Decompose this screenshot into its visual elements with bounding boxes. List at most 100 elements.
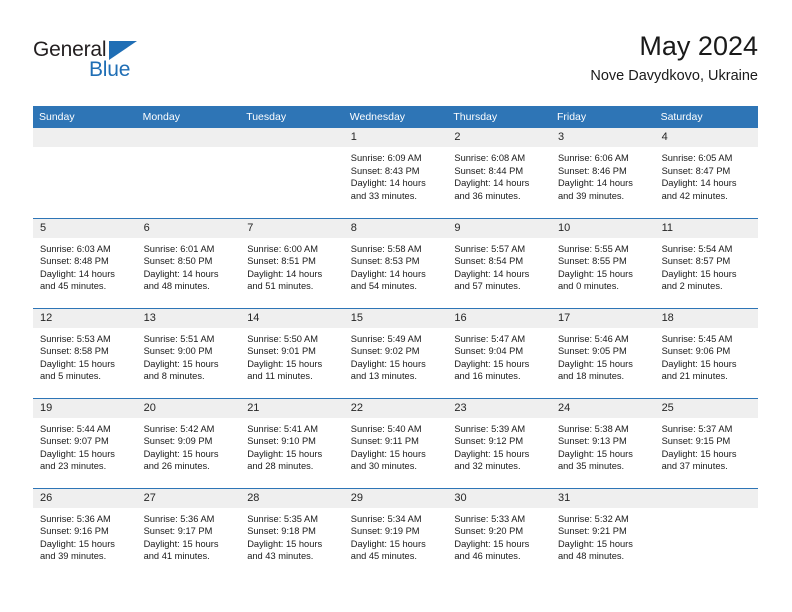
- weekday-header-tuesday: Tuesday: [240, 106, 344, 128]
- day-cell[interactable]: 25 Sunrise: 5:37 AM Sunset: 9:15 PM Dayl…: [654, 397, 758, 488]
- day-cell[interactable]: 22 Sunrise: 5:40 AM Sunset: 9:11 PM Dayl…: [343, 397, 448, 488]
- sunset-text: Sunset: 9:13 PM: [557, 436, 627, 447]
- sunrise-text: Sunrise: 6:03 AM: [40, 243, 111, 254]
- day-number: 12: [33, 308, 137, 328]
- day-number: 14: [240, 308, 344, 328]
- sunrise-text: Sunrise: 5:36 AM: [143, 513, 215, 524]
- weekday-header-wednesday: Wednesday: [343, 106, 448, 128]
- day-number: 23: [447, 398, 551, 418]
- day-cell[interactable]: [654, 487, 758, 578]
- day-details: Sunrise: 5:51 AM Sunset: 9:00 PM Dayligh…: [137, 328, 241, 383]
- day-cell[interactable]: 2 Sunrise: 6:08 AM Sunset: 8:44 PM Dayli…: [447, 128, 551, 218]
- sunrise-text: Sunrise: 5:46 AM: [557, 333, 629, 344]
- day-cell[interactable]: [136, 128, 241, 218]
- daylight-text: Daylight: 15 hours and 45 minutes.: [350, 538, 426, 562]
- day-cell[interactable]: 31 Sunrise: 5:32 AM Sunset: 9:21 PM Dayl…: [550, 487, 655, 578]
- sunset-text: Sunset: 8:57 PM: [661, 256, 731, 267]
- day-number: 24: [550, 398, 655, 418]
- day-cell[interactable]: 8 Sunrise: 5:58 AM Sunset: 8:53 PM Dayli…: [343, 217, 448, 308]
- day-details: [137, 147, 241, 152]
- day-cell[interactable]: 18 Sunrise: 5:45 AM Sunset: 9:06 PM Dayl…: [654, 307, 758, 398]
- day-number: 13: [136, 308, 241, 328]
- day-details: Sunrise: 5:33 AM Sunset: 9:20 PM Dayligh…: [447, 508, 551, 563]
- daylight-text: Daylight: 15 hours and 43 minutes.: [247, 538, 323, 562]
- sunrise-text: Sunrise: 5:57 AM: [454, 243, 526, 254]
- day-cell[interactable]: 28 Sunrise: 5:35 AM Sunset: 9:18 PM Dayl…: [240, 487, 344, 578]
- sunrise-text: Sunrise: 5:39 AM: [454, 423, 526, 434]
- day-cell[interactable]: 24 Sunrise: 5:38 AM Sunset: 9:13 PM Dayl…: [550, 397, 655, 488]
- day-details: Sunrise: 5:40 AM Sunset: 9:11 PM Dayligh…: [344, 418, 448, 473]
- day-cell[interactable]: 26 Sunrise: 5:36 AM Sunset: 9:16 PM Dayl…: [33, 487, 137, 578]
- weekday-header-monday: Monday: [136, 106, 241, 128]
- day-cell[interactable]: 17 Sunrise: 5:46 AM Sunset: 9:05 PM Dayl…: [550, 307, 655, 398]
- sunrise-text: Sunrise: 5:55 AM: [557, 243, 629, 254]
- day-cell[interactable]: 30 Sunrise: 5:33 AM Sunset: 9:20 PM Dayl…: [447, 487, 551, 578]
- sunrise-text: Sunrise: 5:45 AM: [661, 333, 733, 344]
- sunset-text: Sunset: 8:48 PM: [40, 256, 109, 267]
- day-cell[interactable]: 4 Sunrise: 6:05 AM Sunset: 8:47 PM Dayli…: [654, 128, 758, 218]
- sunrise-text: Sunrise: 6:08 AM: [454, 153, 526, 163]
- sunrise-text: Sunrise: 5:33 AM: [454, 513, 526, 524]
- day-details: Sunrise: 6:06 AM Sunset: 8:46 PM Dayligh…: [551, 147, 655, 202]
- day-number: 2: [447, 128, 551, 147]
- calendar-week-row: 12 Sunrise: 5:53 AM Sunset: 8:58 PM Dayl…: [33, 307, 758, 398]
- day-cell[interactable]: 6 Sunrise: 6:01 AM Sunset: 8:50 PM Dayli…: [136, 217, 241, 308]
- daylight-text: Daylight: 14 hours and 57 minutes.: [454, 268, 530, 292]
- day-details: Sunrise: 5:44 AM Sunset: 9:07 PM Dayligh…: [33, 418, 137, 473]
- day-details: Sunrise: 5:41 AM Sunset: 9:10 PM Dayligh…: [240, 418, 344, 473]
- day-number: [33, 128, 137, 147]
- calendar-page: General Blue May 2024 Nove Davydkovo, Uk…: [0, 0, 792, 612]
- sunset-text: Sunset: 9:05 PM: [557, 346, 627, 357]
- sunset-text: Sunset: 9:07 PM: [40, 436, 109, 447]
- general-blue-logo[interactable]: General Blue: [33, 38, 173, 84]
- daylight-text: Daylight: 14 hours and 36 minutes.: [454, 178, 530, 201]
- sunrise-text: Sunrise: 5:47 AM: [454, 333, 526, 344]
- day-cell[interactable]: 11 Sunrise: 5:54 AM Sunset: 8:57 PM Dayl…: [654, 217, 758, 308]
- daylight-text: Daylight: 15 hours and 39 minutes.: [40, 538, 115, 562]
- day-cell[interactable]: 29 Sunrise: 5:34 AM Sunset: 9:19 PM Dayl…: [343, 487, 448, 578]
- day-cell[interactable]: 9 Sunrise: 5:57 AM Sunset: 8:54 PM Dayli…: [447, 217, 551, 308]
- sunrise-text: Sunrise: 5:44 AM: [40, 423, 111, 434]
- sunrise-text: Sunrise: 6:09 AM: [350, 153, 422, 163]
- daylight-text: Daylight: 15 hours and 2 minutes.: [661, 268, 737, 292]
- day-cell[interactable]: 3 Sunrise: 6:06 AM Sunset: 8:46 PM Dayli…: [550, 128, 655, 218]
- day-cell[interactable]: 1 Sunrise: 6:09 AM Sunset: 8:43 PM Dayli…: [343, 128, 448, 218]
- daylight-text: Daylight: 15 hours and 11 minutes.: [247, 358, 323, 382]
- sunset-text: Sunset: 9:21 PM: [557, 526, 627, 537]
- day-cell[interactable]: 5 Sunrise: 6:03 AM Sunset: 8:48 PM Dayli…: [33, 217, 137, 308]
- daylight-text: Daylight: 14 hours and 42 minutes.: [661, 178, 737, 201]
- day-number: 9: [447, 218, 551, 238]
- sunset-text: Sunset: 8:44 PM: [454, 165, 524, 176]
- sunset-text: Sunset: 8:54 PM: [454, 256, 524, 267]
- day-cell[interactable]: [240, 128, 344, 218]
- day-details: Sunrise: 5:34 AM Sunset: 9:19 PM Dayligh…: [344, 508, 448, 563]
- day-number: 22: [343, 398, 448, 418]
- day-cell[interactable]: 13 Sunrise: 5:51 AM Sunset: 9:00 PM Dayl…: [136, 307, 241, 398]
- day-cell[interactable]: 27 Sunrise: 5:36 AM Sunset: 9:17 PM Dayl…: [136, 487, 241, 578]
- day-cell[interactable]: 21 Sunrise: 5:41 AM Sunset: 9:10 PM Dayl…: [240, 397, 344, 488]
- day-details: Sunrise: 5:36 AM Sunset: 9:16 PM Dayligh…: [33, 508, 137, 563]
- sunrise-text: Sunrise: 5:49 AM: [350, 333, 422, 344]
- day-number: 7: [240, 218, 344, 238]
- day-details: Sunrise: 6:03 AM Sunset: 8:48 PM Dayligh…: [33, 238, 137, 293]
- day-cell[interactable]: 20 Sunrise: 5:42 AM Sunset: 9:09 PM Dayl…: [136, 397, 241, 488]
- sunset-text: Sunset: 8:58 PM: [40, 346, 109, 357]
- day-number: 10: [550, 218, 655, 238]
- day-cell[interactable]: 16 Sunrise: 5:47 AM Sunset: 9:04 PM Dayl…: [447, 307, 551, 398]
- calendar-week-row: 19 Sunrise: 5:44 AM Sunset: 9:07 PM Dayl…: [33, 397, 758, 488]
- day-cell[interactable]: 12 Sunrise: 5:53 AM Sunset: 8:58 PM Dayl…: [33, 307, 137, 398]
- day-cell[interactable]: 7 Sunrise: 6:00 AM Sunset: 8:51 PM Dayli…: [240, 217, 344, 308]
- day-number: 18: [654, 308, 758, 328]
- day-cell[interactable]: 23 Sunrise: 5:39 AM Sunset: 9:12 PM Dayl…: [447, 397, 551, 488]
- day-cell[interactable]: 15 Sunrise: 5:49 AM Sunset: 9:02 PM Dayl…: [343, 307, 448, 398]
- daylight-text: Daylight: 15 hours and 16 minutes.: [454, 358, 530, 382]
- day-cell[interactable]: 14 Sunrise: 5:50 AM Sunset: 9:01 PM Dayl…: [240, 307, 344, 398]
- sunrise-text: Sunrise: 5:34 AM: [350, 513, 422, 524]
- daylight-text: Daylight: 15 hours and 21 minutes.: [661, 358, 737, 382]
- day-cell[interactable]: [33, 128, 137, 218]
- day-number: 19: [33, 398, 137, 418]
- sunset-text: Sunset: 9:04 PM: [454, 346, 524, 357]
- day-details: Sunrise: 5:36 AM Sunset: 9:17 PM Dayligh…: [137, 508, 241, 563]
- day-cell[interactable]: 10 Sunrise: 5:55 AM Sunset: 8:55 PM Dayl…: [550, 217, 655, 308]
- day-cell[interactable]: 19 Sunrise: 5:44 AM Sunset: 9:07 PM Dayl…: [33, 397, 137, 488]
